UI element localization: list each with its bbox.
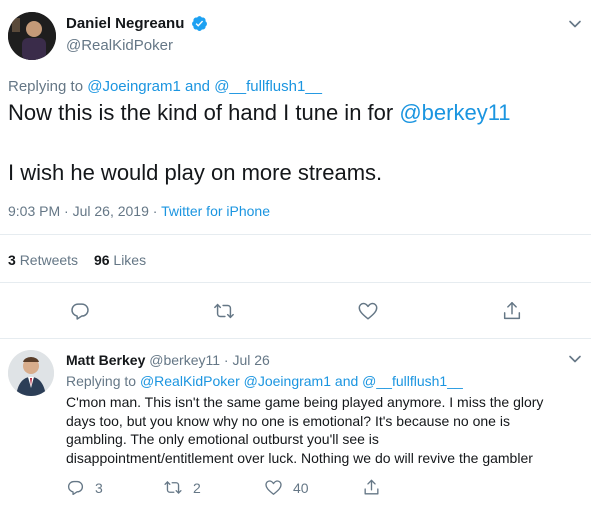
replying-to-line: Replying to @Joeingram1 and @__fullflush… xyxy=(8,78,322,95)
likes-count: 96 xyxy=(93,252,110,268)
reply-text-line: gambling. The only emotional outburst yo… xyxy=(66,431,379,447)
author-name[interactable]: Daniel Negreanu xyxy=(66,15,184,32)
reply-text-line: days too, but you know why no one is emo… xyxy=(66,412,510,429)
verified-badge-icon xyxy=(191,15,208,32)
reply-mention-fullflush1[interactable]: @__fullflush1__ xyxy=(362,373,463,389)
tweet-stats: 3 Retweets 96 Likes xyxy=(8,252,146,268)
reply-replying-to-line: Replying to @RealKidPoker @Joeingram1 an… xyxy=(66,373,463,389)
heart-icon[interactable] xyxy=(357,300,379,322)
author-handle[interactable]: @RealKidPoker xyxy=(66,37,173,54)
tweet-meta: 9:03 PM · Jul 26, 2019 · Twitter for iPh… xyxy=(8,203,270,219)
mention-joeingram1[interactable]: @Joeingram1 xyxy=(87,78,181,95)
tweet-text-line2: I wish he would play on more streams. xyxy=(8,160,383,185)
mention-fullflush1[interactable]: @__fullflush1__ xyxy=(214,78,322,95)
retweets-count: 3 xyxy=(8,252,16,268)
divider-stats-bottom xyxy=(0,282,591,283)
tweet-timestamp[interactable]: 9:03 PM · Jul 26, 2019 · xyxy=(8,203,157,219)
reply-author-name[interactable]: Matt Berkey xyxy=(66,352,145,368)
share-icon[interactable] xyxy=(501,300,523,322)
reply-heart-icon xyxy=(264,478,283,497)
retweets-label: Retweets xyxy=(19,252,79,268)
chevron-down-icon[interactable] xyxy=(568,17,582,31)
reply-text-line: disappointment/entitlement over luck. No… xyxy=(66,449,533,466)
retweets-stat[interactable]: 3 Retweets xyxy=(8,252,82,268)
reply-mentions[interactable]: @RealKidPoker @Joeingram1 xyxy=(140,373,331,389)
reply-text-line: C'mon man. This isn't the same game bein… xyxy=(66,394,544,410)
mention-berkey11[interactable]: @berkey11 xyxy=(399,100,510,125)
reply-retweet-count: 2 xyxy=(193,479,201,496)
reply-reply-icon xyxy=(66,478,85,497)
tweet-text-line1: Now this is the kind of hand I tune in f… xyxy=(8,100,511,126)
reply-action-retweet[interactable]: 2 xyxy=(163,478,201,497)
reply-replying-to-label: Replying to xyxy=(66,373,137,389)
divider-thread xyxy=(0,338,591,339)
reply-chevron-down-icon[interactable] xyxy=(568,352,582,366)
reply-action-like[interactable]: 40 xyxy=(264,478,309,497)
likes-stat[interactable]: 96 Likes xyxy=(94,252,146,268)
tweet-source[interactable]: Twitter for iPhone xyxy=(161,203,270,219)
replying-to-label: Replying to xyxy=(8,78,84,95)
replying-and: and xyxy=(185,78,211,95)
reply-replying-and: and xyxy=(334,373,359,389)
avatar-matt-berkey[interactable] xyxy=(8,350,54,396)
avatar-daniel-negreanu[interactable] xyxy=(8,12,56,60)
reply-header: Matt Berkey @berkey11 · Jul 26 xyxy=(66,352,270,368)
reply-action-reply[interactable]: 3 xyxy=(66,478,103,497)
reply-date[interactable]: · Jul 26 xyxy=(224,352,270,368)
likes-label: Likes xyxy=(113,252,147,268)
divider-stats-top xyxy=(0,234,591,235)
reply-share-icon[interactable] xyxy=(362,478,381,497)
retweet-icon[interactable] xyxy=(213,300,235,322)
tweet-text-prefix: Now this is the kind of hand I tune in f… xyxy=(8,100,394,125)
reply-author-handle[interactable]: @berkey11 xyxy=(149,352,220,368)
reply-icon[interactable] xyxy=(69,300,91,322)
reply-text: C'mon man. This isn't the same game bein… xyxy=(66,393,543,467)
reply-retweet-icon xyxy=(163,478,183,497)
reply-reply-count: 3 xyxy=(95,479,103,496)
reply-like-count: 40 xyxy=(293,479,309,496)
